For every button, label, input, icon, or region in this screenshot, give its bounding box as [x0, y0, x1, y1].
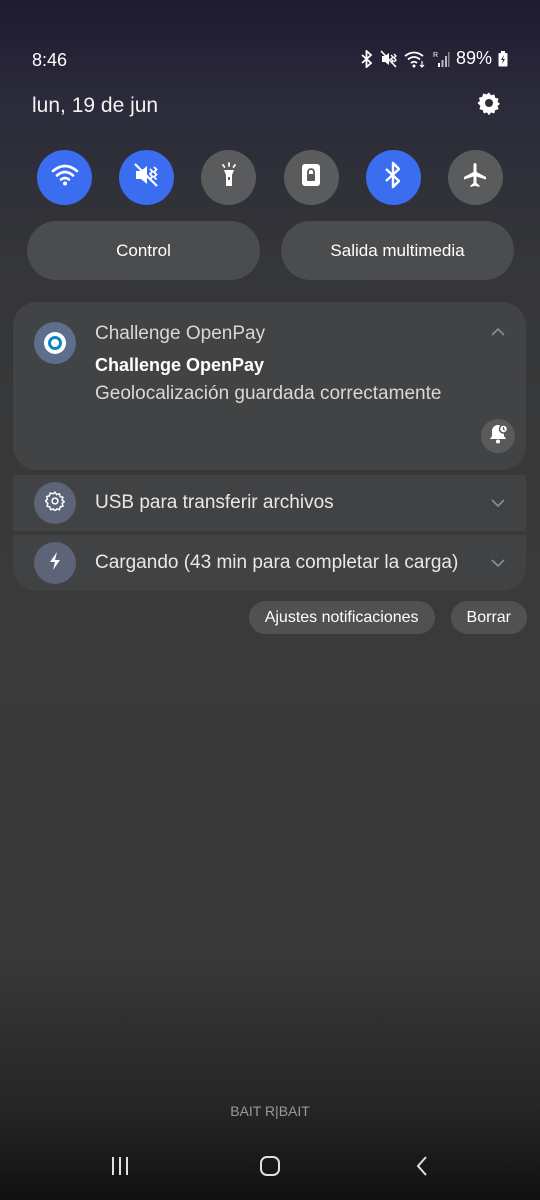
battery-charging-icon: [498, 50, 508, 67]
status-time: 8:46: [32, 50, 68, 70]
expand-button[interactable]: [488, 493, 508, 513]
collapse-button[interactable]: [488, 322, 508, 342]
back-icon: [412, 1154, 432, 1183]
usb-notification-label: USB para transferir archivos: [95, 492, 334, 513]
mute-vibrate-icon: [380, 49, 398, 68]
bell-clock-icon: [487, 423, 509, 450]
bluetooth-icon: [360, 49, 374, 68]
wifi-icon: [404, 50, 426, 68]
openpay-app-icon: [34, 322, 76, 364]
media-output-button[interactable]: Salida multimedia: [281, 221, 514, 280]
battery-percent: 89%: [455, 48, 492, 68]
usb-notification[interactable]: USB para transferir archivos: [13, 475, 526, 531]
gear-icon: [477, 91, 501, 120]
notification-body: Geolocalización guardada correctamente: [95, 383, 442, 404]
notification-actions: Ajustes notificaciones Borrar: [248, 601, 527, 634]
rotation-lock-toggle[interactable]: [283, 150, 339, 205]
expand-button[interactable]: [488, 553, 508, 573]
charging-notification[interactable]: Cargando (43 min para completar la carga…: [13, 535, 526, 591]
clear-all-button[interactable]: Borrar: [450, 601, 527, 634]
chevron-down-icon: [488, 559, 508, 577]
date-label: lun, 19 de jun: [32, 94, 159, 117]
carrier-label: BAIT R|BAIT: [230, 1103, 310, 1119]
recents-icon: [108, 1155, 132, 1182]
charging-icon-wrap: [34, 542, 76, 584]
signal-icon: R: [432, 50, 450, 68]
recents-button[interactable]: [98, 1148, 142, 1188]
panel-pill-row: Control Salida multimedia: [27, 221, 514, 280]
notification-settings-button[interactable]: Ajustes notificaciones: [248, 601, 435, 634]
gear-icon: [44, 490, 66, 516]
usb-settings-icon-wrap: [34, 482, 76, 524]
status-icons: R 89%: [360, 48, 508, 69]
openpay-notification[interactable]: Challenge OpenPay Challenge OpenPay Geol…: [13, 302, 526, 470]
home-button[interactable]: [248, 1148, 292, 1188]
device-control-button[interactable]: Control: [27, 221, 260, 280]
svg-text:R: R: [433, 52, 438, 59]
lock-icon: [298, 162, 324, 193]
quick-settings-row: [37, 150, 503, 205]
notification-app-name: Challenge OpenPay: [95, 323, 266, 344]
back-button[interactable]: [400, 1148, 444, 1188]
sound-mode-toggle[interactable]: [119, 150, 175, 205]
flashlight-icon: [217, 162, 241, 193]
bluetooth-icon: [382, 161, 404, 194]
mute-vibrate-icon: [133, 162, 161, 193]
airplane-icon: [461, 161, 489, 194]
flashlight-toggle[interactable]: [201, 150, 257, 205]
airplane-mode-toggle[interactable]: [447, 150, 503, 205]
bluetooth-toggle[interactable]: [365, 150, 421, 205]
chevron-up-icon: [488, 327, 508, 346]
notification-title: Challenge OpenPay: [95, 355, 265, 375]
home-icon: [258, 1154, 282, 1183]
chevron-down-icon: [488, 499, 508, 517]
navigation-bar: [0, 1140, 540, 1200]
settings-button[interactable]: [474, 90, 504, 120]
wifi-icon: [51, 163, 79, 192]
wifi-toggle[interactable]: [37, 150, 92, 205]
snooze-button[interactable]: [481, 419, 515, 453]
lightning-icon: [47, 551, 63, 576]
charging-notification-label: Cargando (43 min para completar la carga…: [95, 552, 459, 573]
